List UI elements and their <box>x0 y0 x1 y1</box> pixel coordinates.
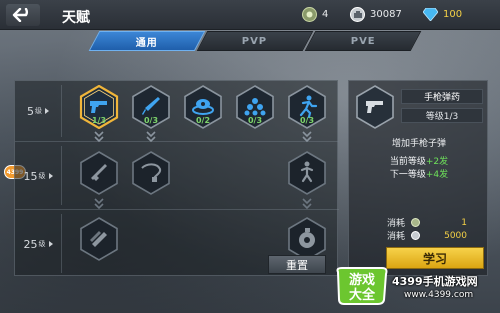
skill-whip[interactable] <box>131 151 171 195</box>
svg-text:游戏: 游戏 <box>349 272 375 288</box>
talent-detail-panel: 手枪弹药 等级1/3 增加手枪子弹 当前等级+2发 下一等级+4发 消耗 1 消… <box>348 80 488 276</box>
chevron-down-icon <box>146 136 156 143</box>
back-arrow-icon <box>12 8 28 22</box>
tab-general[interactable]: 通用 <box>88 31 206 51</box>
skill-knife[interactable]: 0/3 <box>131 85 171 129</box>
watermark-logo: 游戏 大全 <box>334 266 390 306</box>
whip-icon <box>141 163 162 182</box>
pistol-icon <box>90 101 107 113</box>
knife-icon <box>142 97 160 115</box>
top-bar: 天赋 4 30087 100 <box>0 0 500 30</box>
weapon-case-icon <box>90 231 107 247</box>
skill-sprint[interactable]: 0/3 <box>287 85 327 129</box>
diamond-counter: 100 <box>423 7 462 22</box>
rifle-icon <box>91 164 107 181</box>
page-title: 天赋 <box>62 10 90 26</box>
detail-skill-name: 手枪弹药 <box>401 89 483 104</box>
chevron-down-icon <box>302 136 312 143</box>
runner-icon <box>300 161 314 183</box>
tier-label-2: 15 级 <box>15 142 61 210</box>
talent-tree-panel: 5级 15 级 25 级 1/3 0/3 0/2 0/3 0/3 <box>14 80 339 278</box>
detail-description: 增加手枪子弹 <box>391 139 446 149</box>
medal-icon <box>302 7 317 22</box>
back-button[interactable] <box>6 4 40 26</box>
learn-button[interactable]: 学习 <box>386 247 484 269</box>
coin-icon <box>411 231 421 240</box>
diamond-count: 100 <box>443 9 463 20</box>
skill-ammo-pile[interactable]: 0/3 <box>235 85 275 129</box>
tier-label-3: 25 级 <box>15 210 61 278</box>
cost-row-coins: 消耗 5000 <box>387 230 467 243</box>
detail-skill-icon <box>355 85 395 129</box>
tab-pve[interactable]: PVE <box>304 31 422 51</box>
skill-rifle[interactable] <box>79 151 119 195</box>
reset-button[interactable]: 重置 <box>268 255 326 274</box>
grenade-pile-icon <box>192 99 214 115</box>
diamond-icon <box>423 7 438 22</box>
skill-runner[interactable] <box>287 151 327 195</box>
tier-label-1: 5级 <box>15 81 61 141</box>
pistol-icon <box>366 101 383 113</box>
frag-grenade-icon <box>299 228 315 248</box>
chevron-down-icon <box>302 203 312 210</box>
coin-icon <box>350 7 365 22</box>
skill-grenade-pile[interactable]: 0/2 <box>183 85 223 129</box>
detail-current-effect: 当前等级+2发 <box>389 157 449 167</box>
tab-pvp[interactable]: PVP <box>196 31 314 51</box>
coin-count: 30087 <box>370 9 402 20</box>
watermark-site-name: 4399手机游戏网 <box>392 275 478 288</box>
svg-text:大全: 大全 <box>349 287 376 303</box>
coin-counter: 30087 <box>350 7 402 22</box>
medal-count: 4 <box>322 9 329 20</box>
chevron-down-icon <box>94 203 104 210</box>
medal-icon <box>411 218 421 227</box>
category-tabs: 通用 PVP PVE <box>88 31 422 51</box>
watermark-site-url: www.4399.com <box>404 290 474 300</box>
chevron-down-icon <box>94 136 104 143</box>
medal-counter: 4 <box>302 7 328 22</box>
ammo-pile-icon <box>244 98 266 116</box>
skill-weapon-case[interactable] <box>79 217 119 261</box>
detail-skill-level: 等级1/3 <box>401 108 483 123</box>
detail-next-effect: 下一等级+4发 <box>389 170 449 180</box>
cost-row-points: 消耗 1 <box>387 217 467 230</box>
sprint-icon <box>299 95 318 118</box>
skill-pistol-ammo[interactable]: 1/3 <box>79 85 119 129</box>
